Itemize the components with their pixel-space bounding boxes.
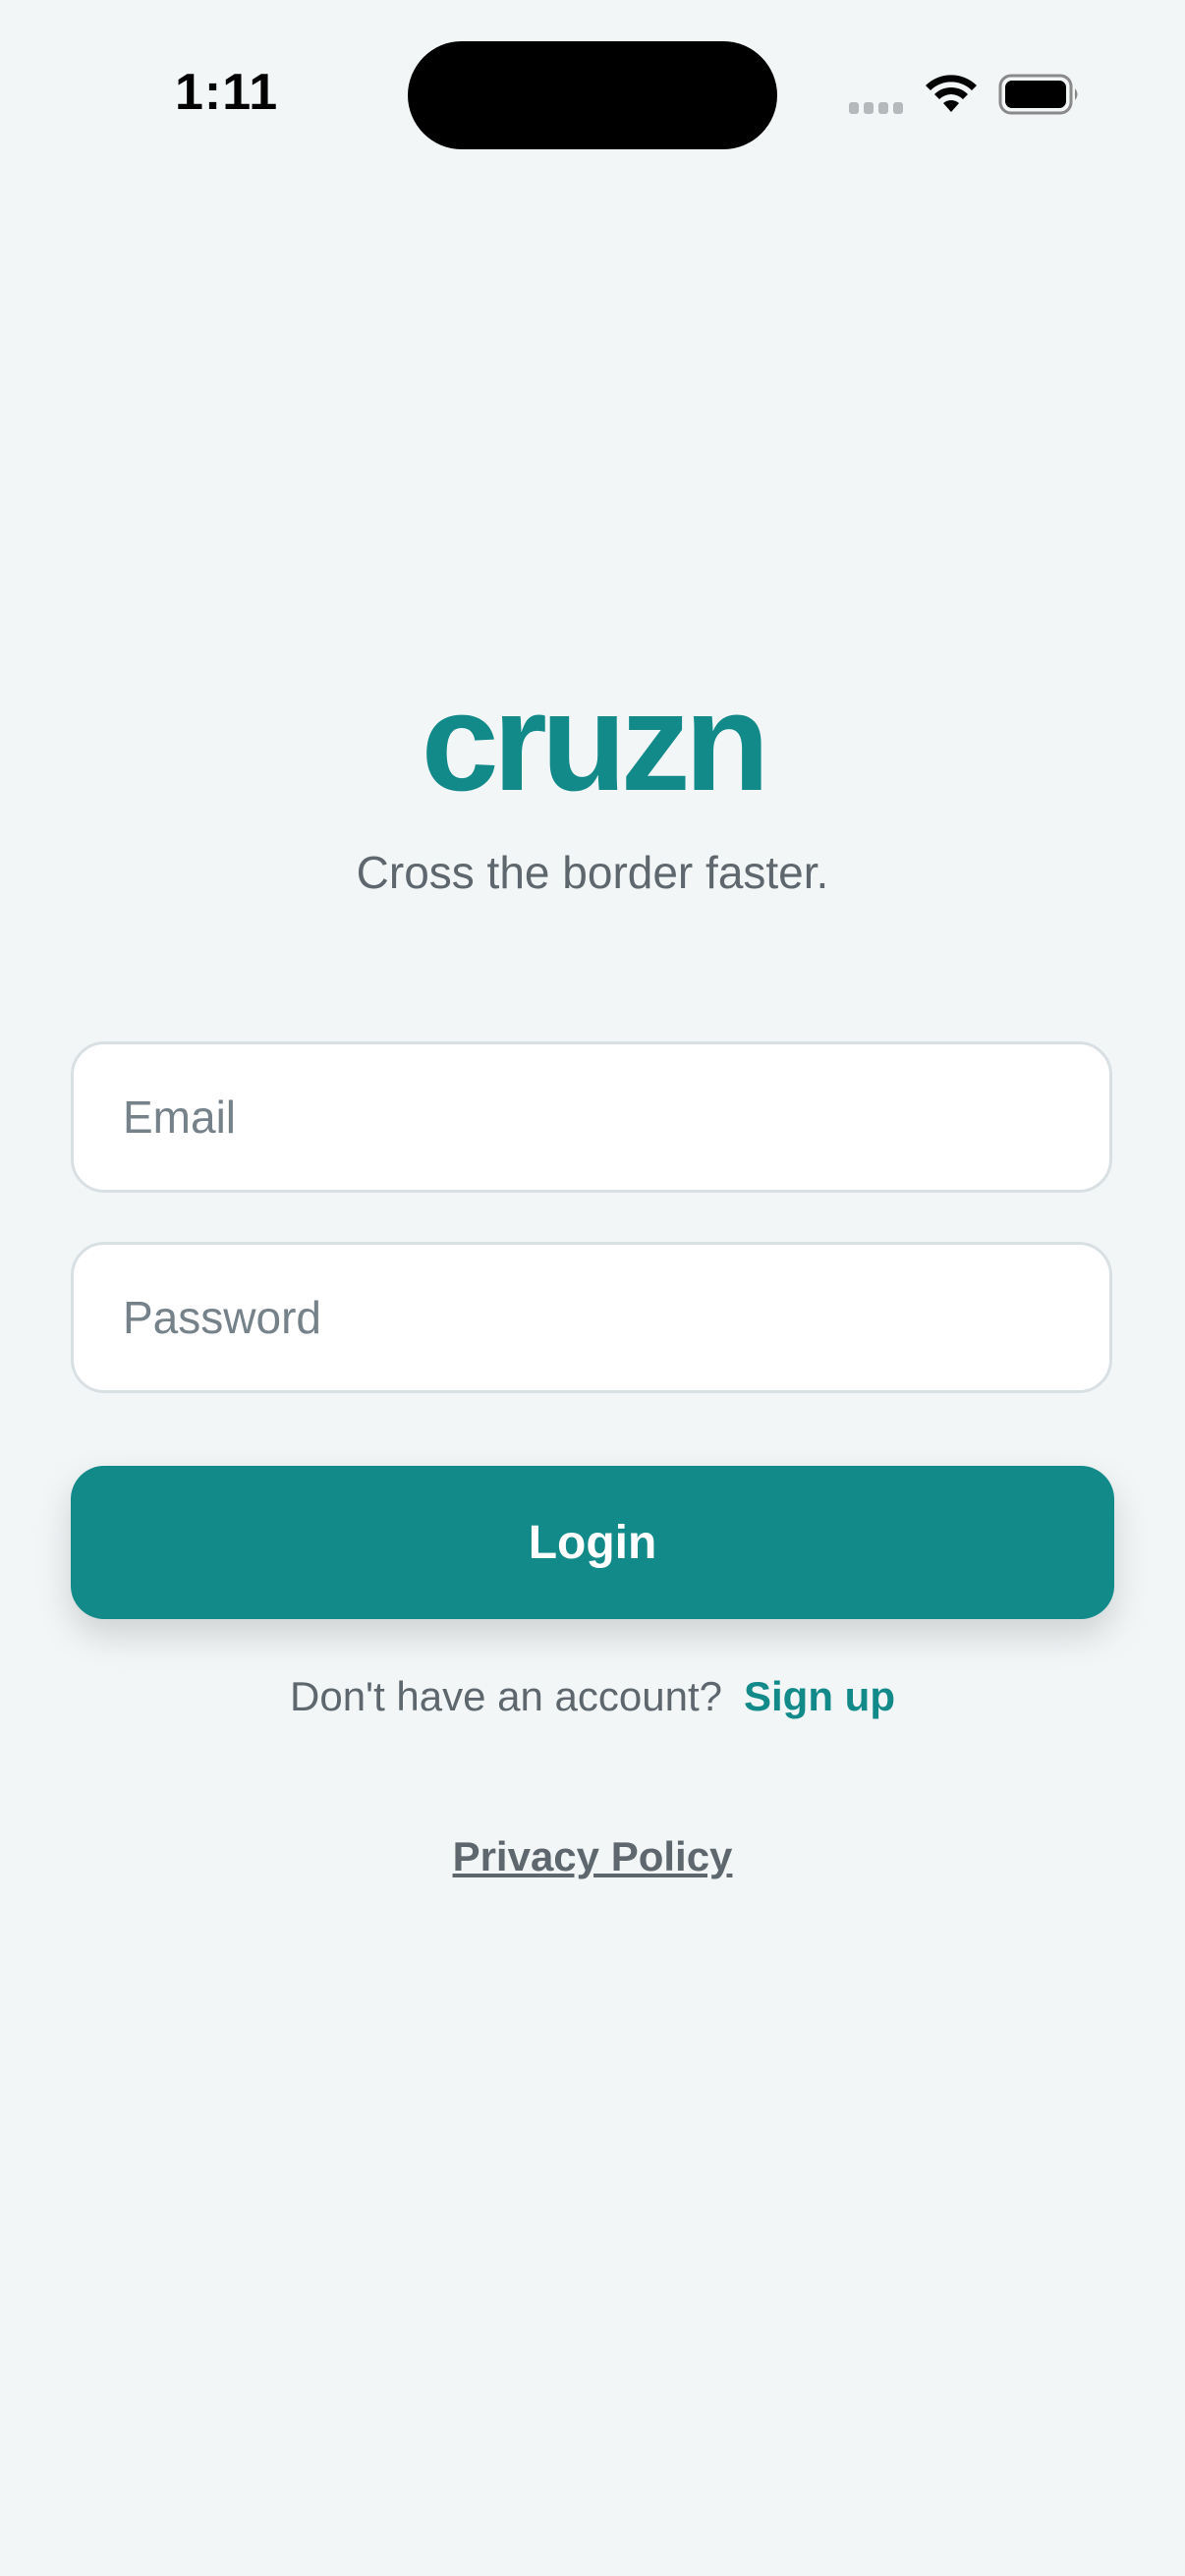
password-input[interactable] [74, 1245, 1109, 1390]
status-time: 1:11 [175, 64, 279, 121]
email-input[interactable] [74, 1044, 1109, 1190]
app-logo-wordmark: cruzn [421, 664, 770, 820]
privacy-policy-link[interactable]: Privacy Policy [0, 1827, 1185, 1886]
wifi-icon [926, 75, 977, 112]
dynamic-island [408, 41, 777, 149]
signup-link[interactable]: Sign up [744, 1673, 895, 1719]
password-field[interactable] [71, 1242, 1112, 1393]
login-button[interactable]: Login [71, 1466, 1114, 1619]
email-field[interactable] [71, 1041, 1112, 1193]
signup-row: Don't have an account? Sign up [0, 1667, 1185, 1726]
status-bar: 1:11 [0, 0, 1185, 196]
battery-icon [998, 74, 1078, 115]
cellular-signal-icon [849, 102, 903, 114]
signup-prompt: Don't have an account? [290, 1673, 722, 1719]
app-tagline: Cross the border faster. [356, 847, 829, 898]
